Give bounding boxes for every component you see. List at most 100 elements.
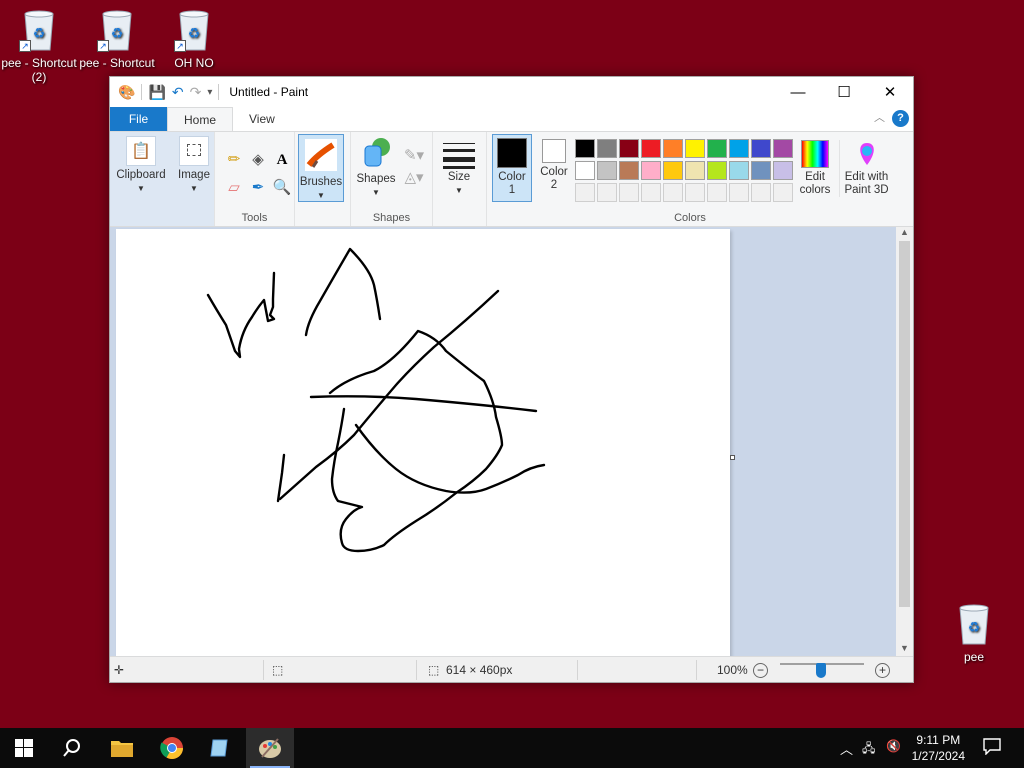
text-icon[interactable]: A: [272, 150, 292, 170]
taskbar-file-explorer[interactable]: [98, 728, 146, 768]
brushes-button[interactable]: Brushes ▼: [298, 134, 344, 202]
clock[interactable]: 9:11 PM 1/27/2024: [912, 732, 965, 764]
zoom-slider-thumb[interactable]: [816, 663, 826, 678]
palette-swatch[interactable]: [641, 161, 661, 180]
recycle-bin-icon: ♻ ↗: [97, 8, 137, 52]
palette-swatch[interactable]: [751, 161, 771, 180]
maximize-button[interactable]: ☐: [821, 77, 867, 107]
paint-app-icon[interactable]: 🎨: [118, 84, 135, 101]
palette-swatch[interactable]: [641, 183, 661, 202]
tools-group-label: Tools: [241, 212, 268, 224]
palette-swatch[interactable]: [751, 183, 771, 202]
palette-swatch[interactable]: [685, 161, 705, 180]
taskbar-notepad[interactable]: [196, 728, 244, 768]
palette-swatch[interactable]: [773, 139, 793, 158]
help-icon[interactable]: ?: [892, 110, 909, 127]
size-label: Size: [447, 171, 471, 183]
zoom-level: 100%: [717, 663, 748, 677]
canvas-workspace[interactable]: [110, 227, 896, 657]
palette-swatch[interactable]: [773, 183, 793, 202]
customize-qat-icon[interactable]: ▾: [207, 87, 212, 98]
palette-swatch[interactable]: [597, 161, 617, 180]
palette-swatch[interactable]: [707, 183, 727, 202]
palette-swatch[interactable]: [685, 139, 705, 158]
collapse-ribbon-icon[interactable]: ︿: [874, 109, 885, 125]
edit-with-paint3d-button[interactable]: Edit with Paint 3D: [839, 140, 893, 197]
fill-bucket-icon[interactable]: ◈: [248, 150, 268, 170]
pencil-icon[interactable]: ✏: [224, 150, 244, 170]
taskbar-paint[interactable]: [246, 728, 294, 768]
fill-icon[interactable]: ◬▾: [401, 168, 427, 188]
ribbon-tabs: File Home View ︿ ?: [110, 107, 913, 131]
color-palette: [575, 139, 797, 205]
divider: [141, 84, 143, 100]
undo-icon[interactable]: ↶: [172, 84, 184, 101]
palette-swatch[interactable]: [729, 183, 749, 202]
volume-icon[interactable]: 🔇: [886, 739, 901, 753]
clipboard-button[interactable]: 📋 Clipboard ▼: [113, 136, 169, 195]
edit-paint3d-label: Edit with Paint 3D: [844, 171, 889, 196]
desktop-icon-pee[interactable]: ♻ pee: [934, 602, 1014, 664]
close-button[interactable]: ✕: [867, 77, 913, 107]
palette-swatch[interactable]: [619, 161, 639, 180]
save-icon[interactable]: 💾: [148, 84, 165, 101]
minimize-button[interactable]: —: [775, 77, 821, 107]
resize-handle[interactable]: [730, 455, 735, 460]
shapes-label: Shapes: [356, 173, 396, 185]
show-hidden-icons[interactable]: ︿: [840, 739, 853, 758]
tab-view[interactable]: View: [233, 107, 291, 131]
title-bar[interactable]: 🎨 💾 ↶ ↷ ▾ Untitled - Paint — ☐ ✕: [110, 77, 913, 107]
eraser-icon[interactable]: ▱: [224, 178, 244, 198]
palette-swatch[interactable]: [575, 139, 595, 158]
drawing-canvas[interactable]: [116, 229, 730, 657]
outline-icon[interactable]: ✎▾: [401, 146, 427, 166]
image-button[interactable]: Image ▼: [174, 136, 214, 195]
edit-colors-button[interactable]: Edit colors: [795, 140, 835, 197]
taskbar-chrome[interactable]: [148, 728, 196, 768]
scroll-thumb[interactable]: [899, 241, 910, 607]
shapes-button[interactable]: Shapes ▼: [356, 136, 396, 199]
color-picker-icon[interactable]: ✒: [248, 178, 268, 198]
palette-swatch[interactable]: [619, 139, 639, 158]
size-button[interactable]: Size ▼: [441, 140, 477, 197]
stroke-peak: [304, 247, 382, 337]
tab-home[interactable]: Home: [167, 107, 234, 131]
color1-button[interactable]: Color 1: [492, 134, 532, 202]
tab-file[interactable]: File: [110, 107, 167, 131]
palette-swatch[interactable]: [575, 161, 595, 180]
palette-swatch[interactable]: [619, 183, 639, 202]
desktop-icon-shortcut[interactable]: ♻ ↗ pee - Shortcut: [77, 8, 157, 70]
color-spectrum-icon: [801, 140, 829, 168]
color2-button[interactable]: Color 2: [537, 137, 571, 192]
palette-swatch[interactable]: [663, 139, 683, 158]
desktop-icon-oh-no[interactable]: ♻ ↗ OH NO: [154, 8, 234, 70]
zoom-out-button[interactable]: −: [753, 663, 768, 678]
palette-swatch[interactable]: [729, 161, 749, 180]
zoom-in-button[interactable]: +: [875, 663, 890, 678]
palette-swatch[interactable]: [575, 183, 595, 202]
palette-swatch[interactable]: [707, 161, 727, 180]
vertical-scrollbar[interactable]: ▲ ▼: [896, 227, 913, 657]
palette-swatch[interactable]: [729, 139, 749, 158]
palette-swatch[interactable]: [663, 183, 683, 202]
desktop-icon-shortcut-2[interactable]: ♻ ↗ pee - Shortcut (2): [0, 8, 79, 84]
canvas-size-text: 614 × 460px: [446, 663, 513, 677]
palette-swatch[interactable]: [685, 183, 705, 202]
palette-swatch[interactable]: [663, 161, 683, 180]
divider: [263, 660, 264, 680]
palette-swatch[interactable]: [641, 139, 661, 158]
notifications-icon[interactable]: [982, 737, 1002, 758]
palette-swatch[interactable]: [751, 139, 771, 158]
redo-icon[interactable]: ↷: [190, 84, 202, 101]
network-icon[interactable]: 🖧: [862, 739, 875, 760]
scroll-up-icon[interactable]: ▲: [896, 227, 913, 241]
palette-swatch[interactable]: [773, 161, 793, 180]
palette-swatch[interactable]: [597, 139, 617, 158]
caption-buttons: — ☐ ✕: [775, 77, 913, 107]
search-button[interactable]: [48, 728, 96, 768]
magnifier-icon[interactable]: 🔍: [272, 178, 292, 198]
start-button[interactable]: [0, 728, 48, 768]
palette-swatch[interactable]: [597, 183, 617, 202]
palette-swatch[interactable]: [707, 139, 727, 158]
scroll-down-icon[interactable]: ▼: [896, 643, 913, 657]
